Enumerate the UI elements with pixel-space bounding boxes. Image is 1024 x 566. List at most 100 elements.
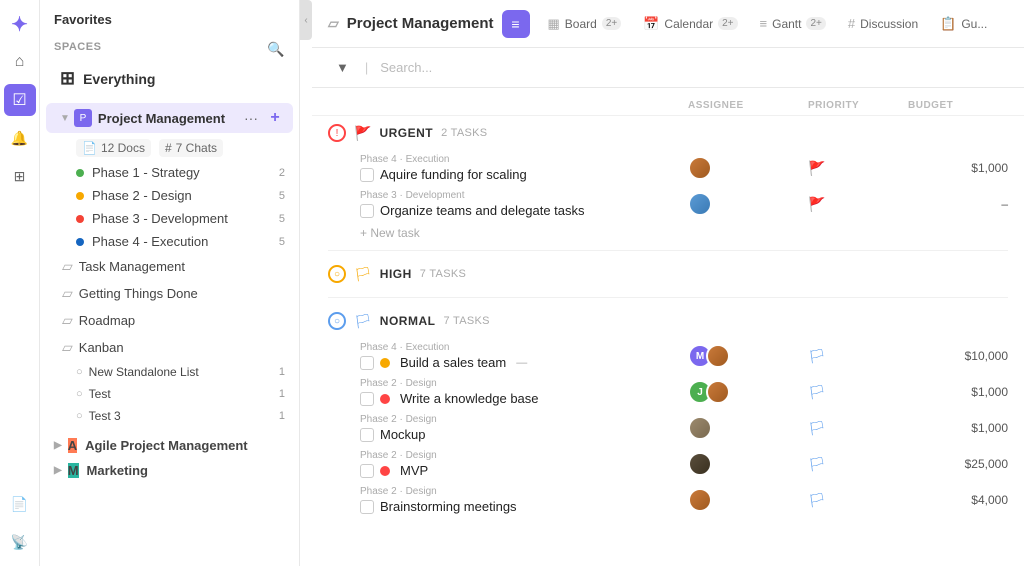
task-priority-5: 🏳 [808,420,908,437]
home-icon[interactable]: ⌂ [4,46,36,78]
tab-calendar[interactable]: 📅 Calendar 2+ [633,10,747,38]
task-left-2: Phase 3 · Development Organize teams and… [328,190,688,218]
tab-board[interactable]: ▦ Board 2+ [538,10,632,38]
task-checkbox-4[interactable] [360,392,374,406]
priority-flag-icon-2: 🚩 [808,196,825,213]
task-checkbox-2[interactable] [360,204,374,218]
avatar-group-1 [688,156,712,180]
filter-button[interactable]: ▼ [328,56,357,79]
section-normal[interactable]: ○ 🏳 NORMAL 7 TASKS [312,304,1024,338]
priority-flag-icon-4: 🏳 [808,384,826,401]
task-left-3: Phase 4 · Execution Build a sales team — [328,342,688,370]
task-priority-4: 🏳 [808,384,908,401]
avatar [688,156,712,180]
agile-space[interactable]: ▶ A Agile Project Management [40,433,299,458]
table-row[interactable]: Phase 3 · Development Organize teams and… [312,186,1024,222]
everything-label: Everything [83,71,155,87]
task-budget-2: – [908,197,1008,211]
pm-more-icon[interactable]: ··· [241,108,261,128]
urgent-status-icon: ! [328,124,346,142]
search-spaces-icon[interactable]: 🔍 [267,41,285,58]
tab-discussion[interactable]: # Discussion [838,10,928,37]
everything-item[interactable]: ⊞ Everything [46,62,293,95]
chats-badge[interactable]: # 7 Chats [159,139,223,157]
standalone-test3[interactable]: ○ Test 3 1 [40,405,299,427]
icon-bar: ✦ ⌂ ☑ 🔔 ⊞ 📄 📡 [0,0,40,566]
task-checkbox-1[interactable] [360,168,374,182]
table-row[interactable]: Phase 4 · Execution Aquire funding for s… [312,150,1024,186]
task-checkbox-7[interactable] [360,500,374,514]
grid-icon[interactable]: ⊞ [4,160,36,192]
tasks-icon[interactable]: ☑ [4,84,36,116]
task-budget-5: $1,000 [908,421,1008,435]
phase-dot-development [76,215,84,223]
bell-icon[interactable]: 🔔 [4,122,36,154]
task-assignee-5 [688,416,808,440]
priority-flag-icon-3: 🏳 [808,348,826,365]
avatar [706,344,730,368]
phase-dot-execution [76,238,84,246]
task-status-dot [380,358,390,368]
phase-dot-design [76,192,84,200]
pm-expand-arrow[interactable]: ▼ [60,113,70,124]
section-high[interactable]: ○ 🏳 HIGH 7 TASKS [312,257,1024,291]
folder-task-management[interactable]: ▱ Task Management [40,253,299,280]
table-row[interactable]: Phase 2 · Design Brainstorming meetings … [312,482,1024,518]
project-management-space[interactable]: ▼ P Project Management ··· + [46,103,293,133]
spaces-section-label: Spaces 🔍 [40,33,299,62]
normal-status-icon: ○ [328,312,346,330]
pm-label: Project Management [98,111,241,126]
docs-badge[interactable]: 📄 12 Docs [76,139,151,157]
table-row[interactable]: Phase 2 · Design Write a knowledge base … [312,374,1024,410]
folder-icon-gtd: ▱ [62,285,73,302]
task-checkbox-6[interactable] [360,464,374,478]
task-checkbox-3[interactable] [360,356,374,370]
phase-execution[interactable]: Phase 4 - Execution 5 [40,230,299,253]
page-title: Project Management [347,15,494,32]
logo-icon[interactable]: ✦ [4,8,36,40]
priority-flag-icon-6: 🏳 [808,456,826,473]
doc-icon[interactable]: 📄 [4,488,36,520]
task-priority-7: 🏳 [808,492,908,509]
sidebar-collapse-handle[interactable]: ‹ [300,0,312,40]
gantt-icon: ≡ [760,16,768,31]
task-budget-4: $1,000 [908,385,1008,399]
wifi-icon[interactable]: 📡 [4,526,36,558]
tab-gu[interactable]: 📋 Gu... [930,10,997,38]
standalone-dot-test: ○ [76,388,83,400]
pm-icon: P [74,109,92,127]
standalone-test[interactable]: ○ Test 1 [40,383,299,405]
tab-gantt[interactable]: ≡ Gantt 2+ [750,10,836,37]
section-urgent[interactable]: ! 🚩 URGENT 2 TASKS [312,116,1024,150]
standalone-new-list[interactable]: ○ New Standalone List 1 [40,361,299,383]
folder-roadmap[interactable]: ▱ Roadmap [40,307,299,334]
phase-strategy[interactable]: Phase 1 - Strategy 2 [40,161,299,184]
task-assignee-1 [688,156,808,180]
chat-small-icon: # [165,141,172,155]
folder-icon-kanban: ▱ [62,339,73,356]
discussion-icon: # [848,16,855,31]
task-checkbox-5[interactable] [360,428,374,442]
main-content: ▱ Project Management ≡ ▦ Board 2+ 📅 Cale… [312,0,1024,566]
table-row[interactable]: Phase 2 · Design MVP 🏳 $25,000 [312,446,1024,482]
table-row[interactable]: Phase 4 · Execution Build a sales team —… [312,338,1024,374]
phase-development[interactable]: Phase 3 - Development 5 [40,207,299,230]
marketing-space[interactable]: ▶ M Marketing [40,458,299,483]
doc-small-icon: 📄 [82,141,97,155]
board-icon: ▦ [548,16,560,32]
top-bar: ▱ Project Management ≡ ▦ Board 2+ 📅 Cale… [312,0,1024,48]
table-row[interactable]: Phase 2 · Design Mockup 🏳 $1,000 [312,410,1024,446]
active-tab-icon[interactable]: ≡ [502,10,530,38]
search-input[interactable] [376,56,1008,79]
folder-kanban[interactable]: ▱ Kanban [40,334,299,361]
task-left-1: Phase 4 · Execution Aquire funding for s… [328,154,688,182]
task-assignee-3: M [688,344,808,368]
task-budget-6: $25,000 [908,457,1008,471]
pm-add-icon[interactable]: + [265,108,285,128]
phase-design[interactable]: Phase 2 - Design 5 [40,184,299,207]
col-budget: Budget [908,100,1008,111]
task-budget-7: $4,000 [908,493,1008,507]
new-task-button-urgent[interactable]: + New task [312,222,1024,244]
folder-getting-things-done[interactable]: ▱ Getting Things Done [40,280,299,307]
avatar-group-2 [688,192,712,216]
